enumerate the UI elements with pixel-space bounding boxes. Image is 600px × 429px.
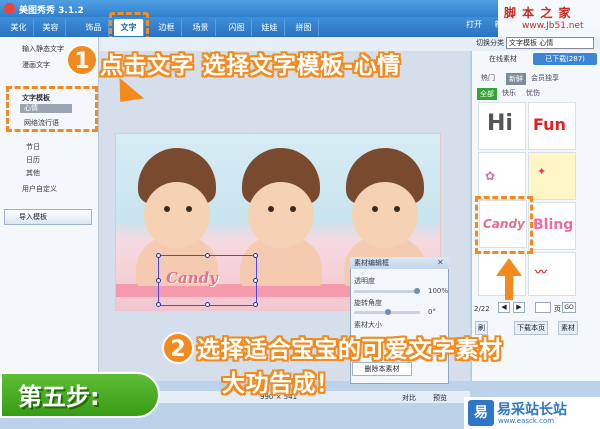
page-input[interactable] — [535, 302, 551, 313]
watermark-jb51: 脚 本 之 家 www.Jb51.net — [498, 0, 600, 38]
prev-page-button[interactable]: ◀ — [498, 302, 510, 313]
rotation-knob[interactable] — [385, 309, 391, 315]
material-button[interactable]: 素材 — [558, 321, 578, 335]
rotation-label: 旋转角度 — [354, 299, 382, 307]
download-page-button[interactable]: 下载本页 — [514, 321, 548, 335]
watermark-url: www.Jb51.net — [522, 21, 584, 31]
tab-accessories[interactable]: 饰品 — [79, 19, 109, 36]
step1-callout: 点击文字 选择文字模板-心情 — [100, 53, 401, 79]
page-unit: 页 — [554, 305, 561, 313]
tab-downloaded[interactable]: 已下载(287) — [533, 53, 597, 65]
filter-happy[interactable]: 快乐 — [502, 88, 516, 98]
resize-handle[interactable] — [253, 302, 258, 307]
import-template-button[interactable]: 导入模板 — [4, 209, 92, 225]
tab-online-materials[interactable]: 在线素材 — [474, 53, 532, 65]
material-thumb[interactable]: 〰 — [528, 252, 576, 296]
easck-logo-icon: 易 — [468, 400, 494, 426]
tab-beauty[interactable]: 美容 — [36, 19, 66, 36]
next-page-button[interactable]: ▶ — [513, 302, 525, 313]
material-thumb[interactable]: ✿ — [478, 152, 526, 200]
filter-sad[interactable]: 忧伤 — [526, 88, 540, 98]
delete-material-button[interactable]: 删除本素材 — [352, 362, 412, 376]
resize-handle[interactable] — [156, 278, 161, 283]
arrow-up-icon — [496, 258, 522, 276]
page-indicator: 2/22 — [474, 305, 490, 313]
resize-handle[interactable] — [156, 302, 161, 307]
close-icon[interactable]: ✕ — [437, 258, 444, 267]
resize-handle[interactable] — [253, 253, 258, 258]
resize-handle[interactable] — [156, 253, 161, 258]
category-select[interactable]: 文字模板 心情 — [506, 37, 594, 49]
dialog-title: 素材编辑框 — [350, 257, 449, 269]
app-logo-icon — [4, 3, 15, 14]
opacity-slider[interactable] — [354, 290, 420, 293]
tab-frame[interactable]: 边框 — [152, 19, 182, 36]
subtab-new[interactable]: 新鲜 — [506, 73, 526, 85]
opacity-value: 100% — [428, 287, 449, 295]
app-title: 美图秀秀 3.1.2 — [19, 6, 84, 16]
watermark-title: 脚 本 之 家 — [504, 6, 572, 20]
size-label: 素材大小 — [354, 321, 382, 329]
subtab-hot[interactable]: 热门 — [481, 73, 495, 83]
step-label-badge: 第五步: — [0, 372, 160, 418]
material-thumb[interactable]: Fun — [528, 102, 576, 150]
user-custom-item[interactable]: 用户自定义 — [22, 184, 57, 194]
static-text-item[interactable]: 输入静态文字 — [22, 44, 64, 54]
resize-handle[interactable] — [205, 302, 210, 307]
tab-collage[interactable]: 拼图 — [289, 19, 319, 36]
candy-thumb-highlight — [475, 196, 533, 254]
resize-handle[interactable] — [205, 253, 210, 258]
subtab-member[interactable]: 会员独享 — [531, 73, 559, 83]
open-button[interactable]: 打开 — [466, 20, 482, 29]
step2-callout-line2: 大功告成！ — [222, 371, 340, 397]
template-highlight — [6, 86, 98, 132]
tab-flash[interactable]: 闪图 — [222, 19, 252, 36]
resize-handle[interactable] — [253, 278, 258, 283]
tab-scene[interactable]: 场景 — [186, 19, 216, 36]
go-button[interactable]: GO — [562, 302, 576, 313]
calendar-item[interactable]: 日历 — [26, 155, 40, 165]
arrow-stem — [505, 276, 513, 300]
easck-name: 易采站长站 — [497, 402, 567, 418]
compare-button[interactable]: 对比 — [402, 393, 416, 403]
step1-badge: 1 — [66, 44, 98, 76]
step2-badge: 2 — [162, 332, 194, 364]
category-label: 切换分类 — [476, 39, 504, 47]
material-thumb[interactable]: Hi — [478, 102, 526, 150]
step2-callout-line1: 选择适合宝宝的可爱文字素材 — [197, 337, 503, 363]
material-thumb[interactable]: ✦ — [528, 152, 576, 200]
rotation-value: 0° — [428, 308, 436, 316]
material-thumb[interactable]: Bling — [528, 202, 576, 250]
holiday-item[interactable]: 节日 — [26, 142, 40, 152]
tab-doll[interactable]: 娃娃 — [255, 19, 285, 36]
opacity-label: 透明度 — [354, 277, 375, 285]
tab-beautify[interactable]: 美化 — [4, 19, 34, 36]
opacity-knob[interactable] — [414, 288, 420, 294]
easck-url: www.easck.com — [498, 417, 555, 425]
preview-button[interactable]: 预览 — [433, 393, 447, 403]
comic-text-item[interactable]: 漫画文字 — [22, 60, 50, 70]
candy-sticker[interactable]: Candy — [166, 269, 218, 287]
other-item[interactable]: 其他 — [26, 168, 40, 178]
filter-all[interactable]: 全部 — [477, 88, 497, 100]
